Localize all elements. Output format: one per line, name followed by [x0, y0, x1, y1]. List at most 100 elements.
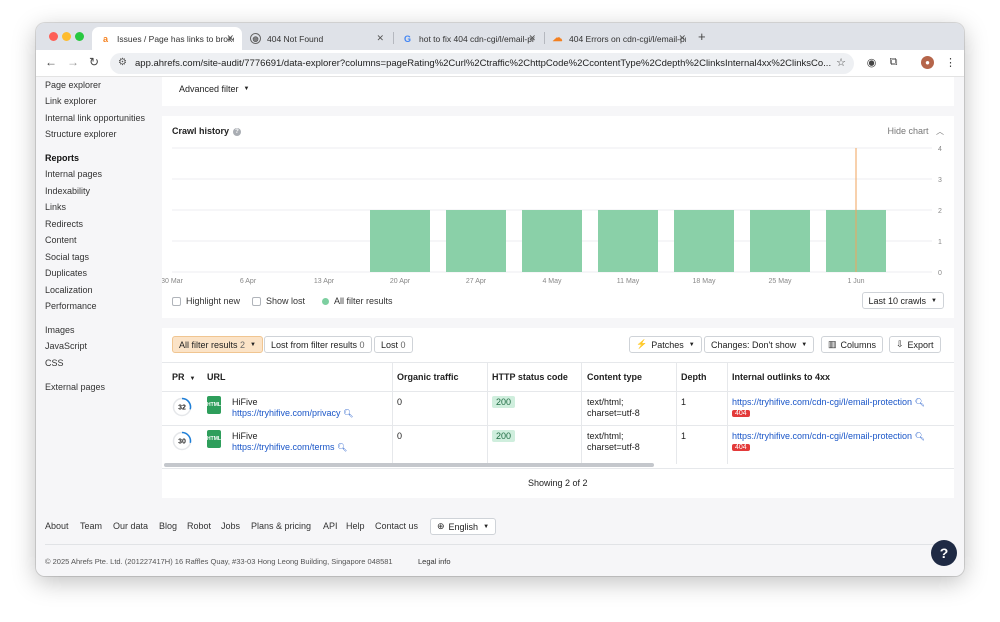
tab-ahrefs-issues[interactable]: a Issues / Page has links to broken ✕: [92, 27, 242, 50]
legal-info-link[interactable]: Legal info: [418, 557, 451, 566]
outlink-url-link[interactable]: https://tryhifive.com/cdn-cgi/l/email-pr…: [732, 397, 925, 408]
last-crawls-dropdown[interactable]: Last 10 crawls ▼: [861, 292, 944, 309]
site-info-icon[interactable]: ⚙: [118, 57, 127, 68]
tab-lost-from-filter-results[interactable]: Lost from filter results 0: [264, 336, 372, 353]
column-divider: [581, 362, 582, 464]
footer-link-blog[interactable]: Blog: [159, 521, 177, 531]
sidebar-item-duplicates[interactable]: Duplicates: [45, 268, 87, 278]
sidebar-item-internal-link-opportunities[interactable]: Internal link opportunities: [45, 113, 145, 123]
content-type-charset: charset=utf-8: [587, 408, 640, 418]
column-header-organic-traffic[interactable]: Organic traffic: [397, 372, 459, 382]
sidebar-item-links[interactable]: Links: [45, 202, 66, 212]
footer-link-contact-us[interactable]: Contact us: [375, 521, 418, 531]
horizontal-scrollbar[interactable]: [164, 463, 654, 467]
new-tab-button[interactable]: +: [698, 29, 706, 44]
column-header-pr[interactable]: PR ▼: [172, 372, 195, 382]
sidebar-item-images[interactable]: Images: [45, 325, 75, 335]
sidebar-item-javascript[interactable]: JavaScript: [45, 341, 87, 351]
lightning-icon: ⚡: [636, 339, 648, 349]
page-title: HiFive: [232, 397, 258, 407]
patches-button[interactable]: ⚡ Patches ▼: [629, 336, 702, 353]
help-chat-button[interactable]: ?: [931, 540, 957, 566]
tab-cloudflare[interactable]: ☁ 404 Errors on cdn-cgi/l/email-prot ✕: [544, 27, 694, 50]
footer-link-team[interactable]: Team: [80, 521, 102, 531]
column-header-http-status[interactable]: HTTP status code: [492, 372, 568, 382]
sidebar-item-content[interactable]: Content: [45, 235, 77, 245]
close-window-button[interactable]: [49, 32, 58, 41]
changes-dropdown[interactable]: Changes: Don't show ▼: [704, 336, 815, 353]
reload-icon[interactable]: ↻: [89, 55, 99, 69]
close-tab-icon[interactable]: ✕: [376, 33, 384, 44]
chart-bar: [446, 210, 506, 272]
forward-arrow-icon[interactable]: →: [67, 55, 79, 69]
sidebar-item-external-pages[interactable]: External pages: [45, 382, 105, 392]
tab-all-filter-results[interactable]: All filter results 2 ▼: [172, 336, 263, 353]
export-button[interactable]: ⇩ Export: [889, 336, 941, 353]
footer-link-about[interactable]: About: [45, 521, 69, 531]
globe-icon: ◍: [250, 33, 261, 44]
x-tick-label: 11 May: [617, 278, 640, 285]
show-lost-checkbox[interactable]: Show lost: [252, 296, 305, 306]
sidebar-item-internal-pages[interactable]: Internal pages: [45, 169, 102, 179]
sidebar-item-indexability[interactable]: Indexability: [45, 186, 90, 196]
column-header-internal-outlinks-4xx[interactable]: Internal outlinks to 4xx: [732, 372, 830, 382]
language-selector[interactable]: ⊕ English ▼: [430, 518, 497, 535]
chart-bar: [522, 210, 582, 272]
minimize-window-button[interactable]: [62, 32, 71, 41]
tab-404-not-found[interactable]: ◍ 404 Not Found ✕: [242, 27, 392, 50]
tab-lost[interactable]: Lost 0: [374, 336, 413, 353]
page-url-link[interactable]: https://tryhifive.com/terms 🔍︎: [232, 442, 347, 453]
footer-link-api[interactable]: API: [323, 521, 338, 531]
footer-link-plans-pricing[interactable]: Plans & pricing: [251, 521, 311, 531]
legend-dot: [322, 297, 329, 305]
divider: [162, 391, 954, 392]
footer-link-our-data[interactable]: Our data: [113, 521, 148, 531]
close-tab-icon[interactable]: ✕: [678, 33, 686, 44]
x-tick-label: 13 Apr: [314, 278, 335, 285]
sidebar-item-performance[interactable]: Performance: [45, 301, 97, 311]
caret-down-icon: ▼: [688, 341, 695, 348]
search-icon[interactable]: 🔍︎: [337, 443, 347, 452]
chart-bar: [598, 210, 658, 272]
menu-kebab-icon[interactable]: ⋮: [944, 56, 957, 69]
y-tick-label: 0: [938, 270, 942, 277]
sidebar-item-structure-explorer[interactable]: Structure explorer: [45, 129, 117, 139]
search-icon[interactable]: 🔍︎: [343, 409, 353, 418]
search-icon[interactable]: 🔍︎: [915, 398, 925, 407]
footer-link-help[interactable]: Help: [346, 521, 365, 531]
column-header-content-type[interactable]: Content type: [587, 372, 642, 382]
back-arrow-icon[interactable]: ←: [45, 55, 57, 69]
x-tick-label: 30 Mar: [162, 278, 184, 285]
close-tab-icon[interactable]: ✕: [528, 33, 536, 44]
x-tick-label: 18 May: [693, 278, 716, 285]
divider: [162, 362, 954, 363]
extensions-puzzle-icon[interactable]: ⧉: [887, 56, 900, 69]
address-bar[interactable]: ⚙ app.ahrefs.com/site-audit/7776691/data…: [110, 53, 854, 74]
advanced-filter-button[interactable]: Advanced filter ▼: [179, 84, 250, 94]
page-url-link[interactable]: https://tryhifive.com/privacy 🔍︎: [232, 408, 353, 419]
sidebar-item-localization[interactable]: Localization: [45, 285, 93, 295]
sidebar-item-css[interactable]: CSS: [45, 358, 64, 368]
sidebar-item-redirects[interactable]: Redirects: [45, 219, 83, 229]
bookmark-star-icon[interactable]: ☆: [836, 56, 846, 69]
column-header-depth[interactable]: Depth: [681, 372, 707, 382]
outlink-url-link[interactable]: https://tryhifive.com/cdn-cgi/l/email-pr…: [732, 431, 925, 442]
page-title: HiFive: [232, 431, 258, 441]
columns-button[interactable]: ▥ Columns: [821, 336, 884, 353]
sidebar-reports-heading: Reports: [45, 153, 80, 163]
maximize-window-button[interactable]: [75, 32, 84, 41]
x-tick-label: 4 May: [542, 278, 562, 285]
caret-down-icon: ▼: [483, 523, 490, 530]
extension-ahrefs-icon[interactable]: ◉: [865, 56, 878, 69]
sidebar-item-social-tags[interactable]: Social tags: [45, 252, 89, 262]
column-header-url[interactable]: URL: [207, 372, 226, 382]
search-icon[interactable]: 🔍︎: [915, 432, 925, 441]
profile-avatar[interactable]: ●: [921, 56, 934, 69]
highlight-new-checkbox[interactable]: Highlight new: [172, 296, 240, 306]
sidebar-item-page-explorer[interactable]: Page explorer: [45, 80, 101, 90]
footer-link-robot[interactable]: Robot: [187, 521, 211, 531]
sidebar-item-link-explorer[interactable]: Link explorer: [45, 96, 97, 106]
footer-link-jobs[interactable]: Jobs: [221, 521, 240, 531]
tab-google-search[interactable]: G hot to fix 404 cdn-cgi/l/email-pr ✕: [394, 27, 544, 50]
close-tab-icon[interactable]: ✕: [226, 33, 234, 44]
